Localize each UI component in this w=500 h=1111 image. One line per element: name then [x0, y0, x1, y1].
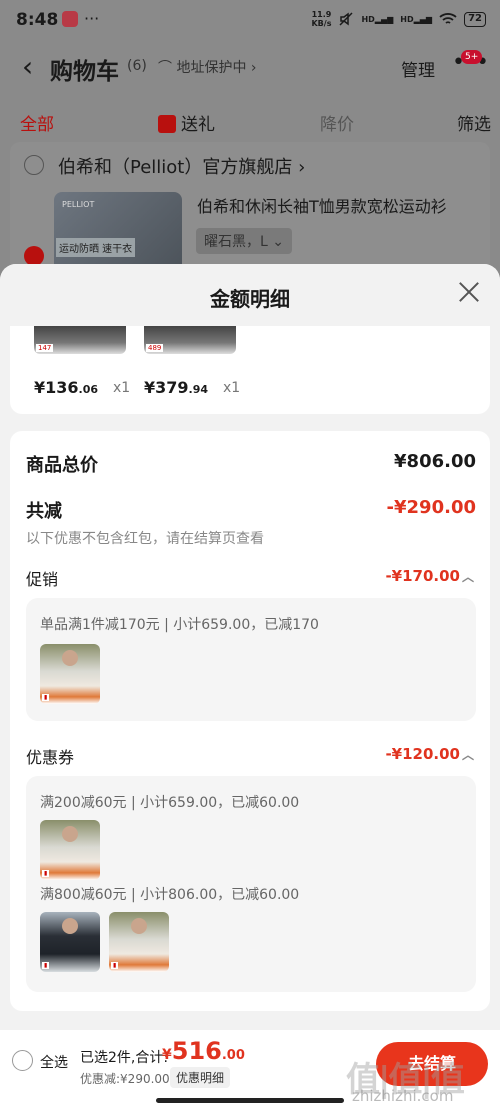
- status-indicators: 11.9 KB/s HD▂▄▆ HD▂▄▆ 72: [311, 10, 486, 28]
- item-price-1-int: ¥136: [34, 378, 79, 397]
- manage-button[interactable]: 管理: [401, 56, 435, 81]
- back-arrow-icon[interactable]: ‹: [22, 50, 33, 83]
- selected-items-card: 147 489 ¥136.06 x1 ¥379.94 x1: [10, 326, 490, 414]
- item-thumb-1-label: 147: [36, 344, 54, 352]
- home-indicator[interactable]: [156, 1098, 344, 1103]
- promo-amount: -¥170.00: [385, 567, 460, 585]
- select-all-label[interactable]: 全选: [40, 1052, 68, 1072]
- item-thumb-2: 489: [144, 326, 236, 354]
- model-face: [62, 918, 78, 934]
- page-title: 购物车: [50, 59, 119, 85]
- sheet-header: 金额明细: [0, 264, 500, 326]
- notification-app-icon: [62, 11, 78, 27]
- item-thumb-1: 147: [34, 326, 126, 354]
- coupon-label: 优惠券: [26, 748, 75, 767]
- item-price-2: ¥379.94: [144, 378, 208, 397]
- model-face: [62, 650, 78, 666]
- price-detail-card: 商品总价 ¥806.00 共减 -¥290.00 以下优惠不包含红包，请在结算页…: [10, 431, 490, 1011]
- tab-all[interactable]: 全部: [20, 110, 54, 135]
- network-speed: 11.9 KB/s: [311, 10, 331, 28]
- wifi-icon: [439, 13, 457, 24]
- tab-gift[interactable]: 送礼: [158, 110, 215, 135]
- promo-rule: 单品满1件减170元 | 小计659.00，已减170: [40, 617, 319, 633]
- coupon-rule-2: 满800减60元 | 小计806.00，已减60.00: [40, 887, 300, 903]
- product-sku-selector[interactable]: 曜石黑，L ⌄: [196, 228, 292, 254]
- speed-value: 11.9: [311, 10, 332, 19]
- signal-2-icon: HD▂▄▆: [400, 14, 433, 24]
- reduce-label: 共减: [26, 501, 62, 522]
- coupon-thumb-badge: ▮: [111, 962, 119, 969]
- more-badge: 5+: [461, 50, 483, 64]
- store-name[interactable]: 伯希和（Pelliot）官方旗舰店 ›: [58, 153, 305, 179]
- coupon-2-product-thumb-1[interactable]: ▮: [40, 912, 100, 972]
- item-checked-icon[interactable]: [24, 246, 44, 266]
- battery-icon: 72: [464, 11, 486, 27]
- hd-label-2: HD: [400, 14, 414, 24]
- status-more-icon: ···: [84, 9, 100, 28]
- total-currency: ¥: [162, 1047, 172, 1063]
- promo-product-thumb[interactable]: ▮: [40, 644, 100, 704]
- total-decimal: .00: [221, 1048, 245, 1063]
- coupon-thumb-badge: ▮: [42, 962, 50, 969]
- selected-summary: 已选2件,合计:: [80, 1050, 169, 1066]
- tab-filter[interactable]: 筛选: [457, 110, 491, 135]
- coupon-amount-toggle[interactable]: -¥120.00 ︿: [385, 745, 474, 763]
- coupon-2-product-thumb-2[interactable]: ▮: [109, 912, 169, 972]
- select-all-radio[interactable]: [12, 1050, 33, 1071]
- product-title[interactable]: 伯希和休闲长袖T恤男款宽松运动衫: [197, 193, 447, 217]
- discount-summary: 优惠减:¥290.00: [80, 1072, 170, 1086]
- coupon-thumb-badge: ▮: [42, 870, 50, 877]
- total-label: 商品总价: [26, 455, 98, 476]
- item-price-2-int: ¥379: [144, 378, 189, 397]
- address-protection-link[interactable]: ⌒ 地址保护中 ›: [158, 57, 257, 77]
- cart-count: (6): [127, 58, 147, 74]
- coupon-rule-1: 满200减60元 | 小计659.00，已减60.00: [40, 795, 300, 811]
- close-icon[interactable]: [458, 281, 480, 303]
- hd-label-1: HD: [361, 14, 375, 24]
- status-time: 8:48: [16, 10, 59, 30]
- watermark-url: zhizhizhi.com: [352, 1087, 454, 1105]
- store-select-radio[interactable]: [24, 155, 44, 175]
- item-qty-2: x1: [223, 380, 241, 396]
- model-face: [62, 826, 78, 842]
- reduce-note: 以下优惠不包含红包，请在结算页查看: [26, 531, 264, 547]
- item-qty-1: x1: [113, 380, 131, 396]
- product-image-tag: 运动防晒 速干衣: [56, 238, 136, 257]
- chevron-up-icon: ︿: [461, 748, 474, 762]
- amount-detail-sheet: 金额明细 147 489 ¥136.06 x1 ¥379.94 x1 商品总价 …: [0, 264, 500, 1111]
- gift-icon: [158, 115, 176, 133]
- total-integer: 516: [171, 1037, 222, 1065]
- coupon-1-product-thumb[interactable]: ▮: [40, 820, 100, 880]
- tab-price-drop[interactable]: 降价: [320, 110, 354, 135]
- signal-1-icon: HD▂▄▆: [361, 14, 394, 24]
- total-amount: ¥806.00: [394, 451, 476, 472]
- tab-gift-label: 送礼: [181, 115, 215, 135]
- discount-detail-button[interactable]: 优惠明细: [170, 1067, 231, 1088]
- chevron-up-icon: ︿: [461, 570, 474, 584]
- reduce-amount: -¥290.00: [386, 497, 476, 518]
- status-bar: 8:48 ··· 11.9 KB/s HD▂▄▆ HD▂▄▆ 72: [0, 0, 500, 42]
- sheet-title: 金额明细: [210, 287, 290, 311]
- item-thumb-2-label: 489: [146, 344, 164, 352]
- coupon-amount: -¥120.00: [385, 745, 460, 763]
- model-face: [131, 918, 147, 934]
- item-price-2-dec: .94: [188, 383, 209, 396]
- coupon-box: 满200减60元 | 小计659.00，已减60.00 ▮ 满800减60元 |…: [26, 776, 476, 992]
- total-price: ¥516.00: [162, 1037, 245, 1065]
- mute-icon: [339, 12, 353, 26]
- checkout-bar: 全选 已选2件,合计: ¥516.00 优惠减:¥290.00 优惠明细 去结算…: [0, 1030, 500, 1111]
- cart-header: ‹ 购物车 (6) ⌒ 地址保护中 › 管理 ••• 5+: [0, 42, 500, 92]
- promo-label: 促销: [26, 570, 59, 589]
- item-price-1: ¥136.06: [34, 378, 98, 397]
- promo-box: 单品满1件减170元 | 小计659.00，已减170 ▮: [26, 598, 476, 721]
- item-price-1-dec: .06: [78, 383, 99, 396]
- filter-tabs: 全部 送礼 降价 筛选: [0, 104, 500, 138]
- product-brand-logo: PELLIOT: [62, 200, 95, 209]
- promo-amount-toggle[interactable]: -¥170.00 ︿: [385, 567, 474, 585]
- promo-thumb-badge: ▮: [42, 694, 50, 701]
- speed-unit: KB/s: [311, 19, 332, 28]
